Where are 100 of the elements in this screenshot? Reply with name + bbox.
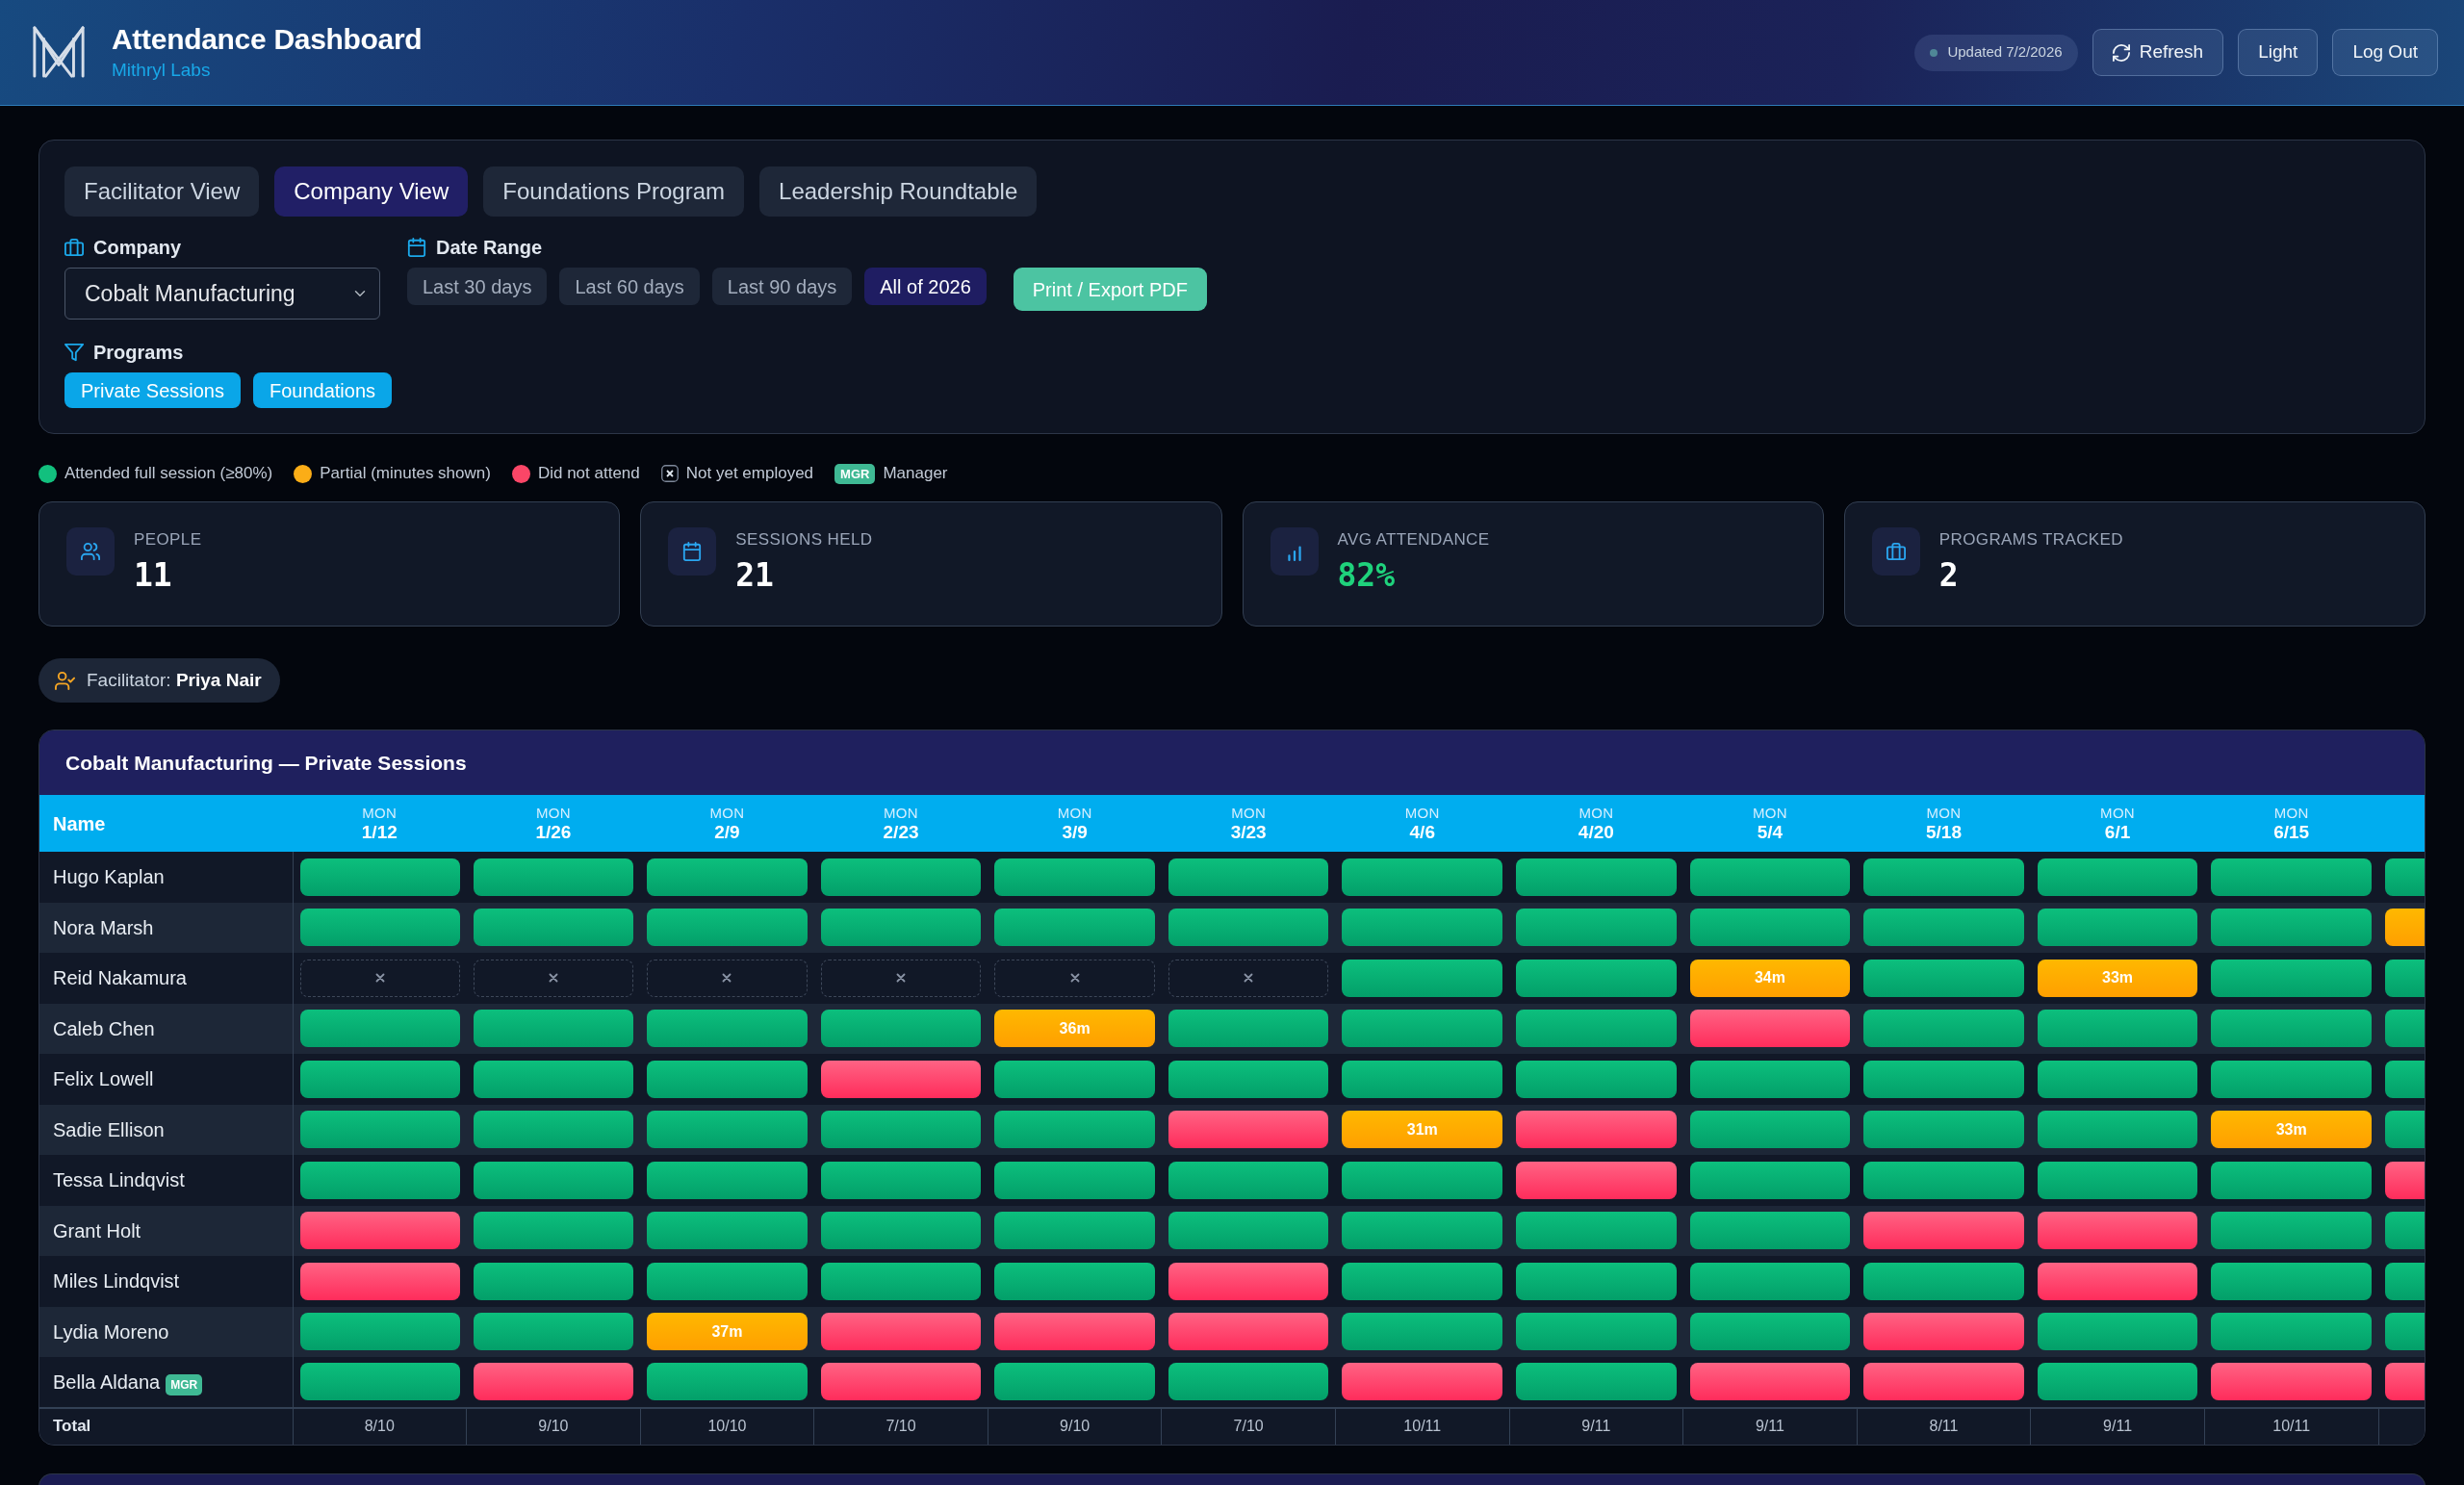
facilitator-label: Facilitator: Priya Nair [87,668,262,692]
date-label: 4/6 [1408,821,1436,843]
person-name: Grant Holt [53,1219,141,1242]
view-tab[interactable]: Company View [274,166,469,217]
attendance-cell [2385,858,2425,896]
weekday-label: MON [534,804,572,822]
total-cell: 9/11 [1682,1407,1858,1445]
cross-icon [722,973,732,984]
header-button[interactable]: Log Out [2332,29,2438,76]
date-label: 5/4 [1756,821,1784,843]
total-cell: 10/11 [2204,1407,2378,1445]
attendance-cell [2385,1111,2425,1149]
attendance-cell: 37m [647,1313,808,1351]
cross-icon [896,973,906,984]
company-name: Mithryl Labs [112,60,212,83]
person-name: Felix Lowell [53,1068,154,1090]
total-cell: 10/11 [1335,1407,1510,1445]
total-cell: 9/11 [2030,1407,2205,1445]
date-label: 2/23 [882,821,920,843]
attendance-cell [2385,959,2425,997]
table-title: Cobalt Manufacturing — Private Sessions [39,730,2425,795]
date-label: 1/12 [360,821,398,843]
total-cell: 8/10 [293,1407,467,1445]
total-cell: 9/10 [988,1407,1162,1445]
dot-icon [38,464,57,483]
date-label: 3/9 [1061,821,1089,843]
stat-value: 21 [735,557,775,594]
legend-label: Attended full session (≥80%) [64,463,273,485]
attendance-cell [2385,1313,2425,1351]
view-tab[interactable]: Foundations Program [483,166,745,217]
total-cell: 9/10 [466,1407,641,1445]
date-label: 4/20 [1577,821,1615,843]
attendance-cell [2385,1262,2425,1300]
stat-label: PROGRAMS TRACKED [1938,530,2123,550]
field-label: Programs [93,341,184,365]
briefcase-icon [64,238,84,257]
cross-icon [548,973,558,984]
manager-badge: MGR [166,1373,203,1395]
weekday-label: MON [1056,804,1093,822]
stat-label: PEOPLE [134,530,202,550]
date-range-option[interactable]: Last 90 days [711,268,853,305]
person-name: Hugo Kaplan [53,866,165,888]
date-label: 5/18 [1925,821,1963,843]
date-label: 6/1 [2103,821,2132,843]
attendance-cell: 36m [994,1010,1155,1048]
person-name: Caleb Chen [53,1017,155,1039]
attendance-cell [2385,1212,2425,1250]
legend-label: Not yet employed [685,463,814,485]
weekday-label: MON [1230,804,1268,822]
attendance-cell: 34m [1689,959,1851,997]
legend-label: Did not attend [537,463,640,485]
user-check-icon [55,670,75,691]
field-label: Date Range [436,236,543,260]
company-select[interactable]: Cobalt Manufacturing [64,268,380,320]
weekday-label: MON [2272,804,2310,822]
date-label: 1/26 [534,821,573,843]
total-cell: 7/10 [1161,1407,1336,1445]
attendance-cell: 33m [2211,1111,2372,1149]
legend-label: Partial (minutes shown) [320,463,491,485]
weekday-label: MON [361,804,398,822]
legend-label: Manager [883,463,948,485]
date-range-option[interactable]: Last 30 days [407,268,548,305]
person-name: Lydia Moreno [53,1320,169,1343]
weekday-label: MON [1751,804,1788,822]
filter-icon [64,343,84,362]
briefcase-icon [1871,527,1920,576]
attendance-cell: 33m [2037,959,2198,997]
date-label: 3/23 [1229,821,1268,843]
total-label: Total [39,1407,293,1445]
updated-label: Updated 7/2/2026 [1947,42,2063,63]
dot-icon [1930,48,1938,57]
weekday-label: MON [1578,804,1615,822]
date-label: 6/15 [2272,821,2311,843]
date-label: 2/9 [713,821,741,843]
stat-value: 82% [1337,557,1397,594]
attendance-cell [2385,909,2425,947]
attendance-cell [2385,1010,2425,1048]
refresh-button[interactable]: Refresh [2092,29,2224,76]
total-cell: 8/11 [1857,1407,2031,1445]
weekday-label: MON [1403,804,1441,822]
refresh-icon [2112,43,2130,62]
person-name: Nora Marsh [53,916,154,938]
total-cell: 10/10 [640,1407,814,1445]
date-range-option[interactable]: Last 60 days [559,268,700,305]
app-title: Attendance Dashboard [112,22,423,57]
total-cell: 7/10 [813,1407,988,1445]
weekday-label: MON [2099,804,2136,822]
cross-icon [660,465,679,482]
dot-icon [294,464,313,483]
person-name: Sadie Ellison [53,1118,165,1140]
header-button[interactable]: Light [2238,29,2319,76]
stat-value: 2 [1938,557,1960,594]
field-label: Company [93,236,182,260]
date-range-option[interactable]: All of 2026 [864,268,987,305]
view-tab[interactable]: Leadership Roundtable [759,166,1038,217]
bar-chart-icon [1270,527,1319,576]
stat-label: SESSIONS HELD [735,530,873,550]
dot-icon [511,464,530,483]
view-tab[interactable]: Facilitator View [64,166,260,217]
weekday-label: MON [1925,804,1963,822]
